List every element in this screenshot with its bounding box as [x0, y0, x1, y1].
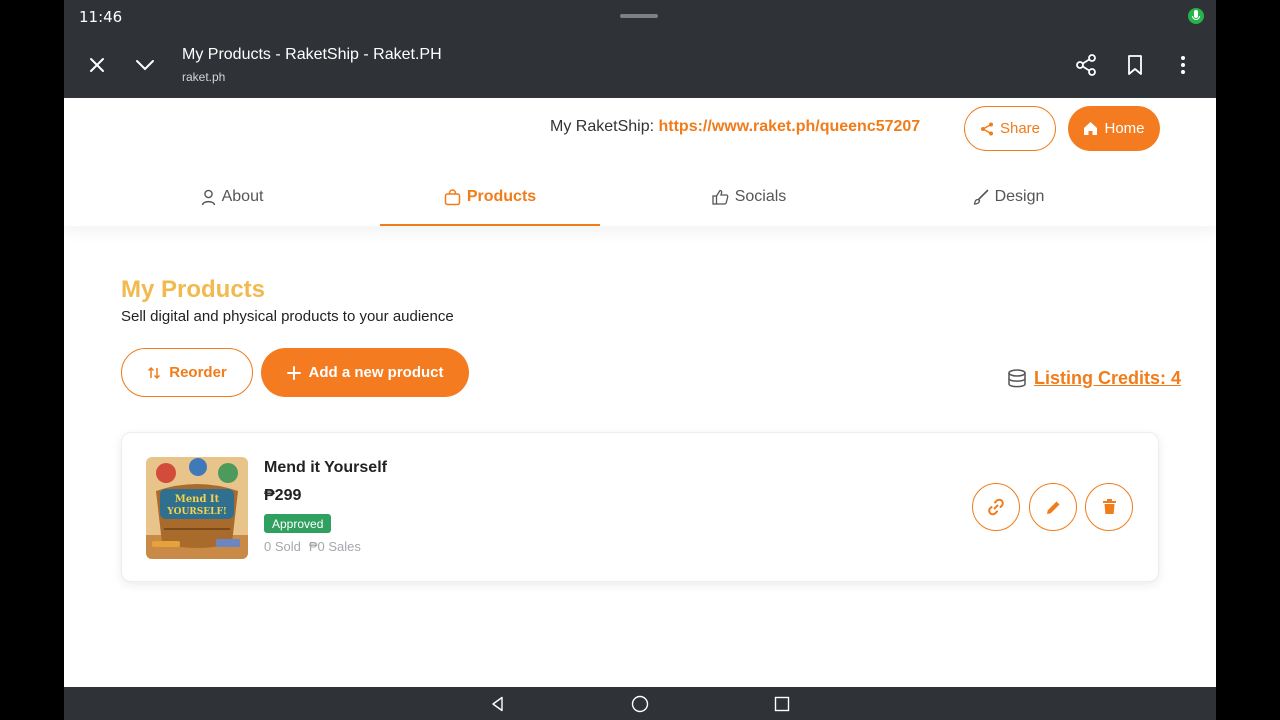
delete-product-button[interactable] — [1085, 483, 1133, 531]
page-url: raket.ph — [182, 70, 226, 84]
product-card: Mend It YOURSELF! Mend it Yourself ₱299 … — [121, 432, 1159, 582]
page-title: My Products - RaketShip - Raket.PH — [182, 46, 442, 63]
status-badge: Approved — [264, 514, 332, 533]
link-icon — [988, 498, 1004, 516]
sold-count: 0 Sold — [264, 539, 301, 554]
thumbs-up-icon — [712, 189, 729, 205]
home-button[interactable]: Home — [1068, 106, 1160, 151]
section-title: My Products — [121, 276, 266, 303]
device-screen: 11:46 My Products - RaketShip - Raket.PH… — [0, 0, 1280, 720]
svg-text:YOURSELF!: YOURSELF! — [166, 507, 227, 517]
coins-stack-icon — [1008, 368, 1026, 387]
reorder-label: Reorder — [169, 364, 227, 381]
recents-icon[interactable] — [772, 694, 792, 714]
add-product-button[interactable]: Add a new product — [261, 348, 469, 397]
back-icon[interactable] — [488, 694, 508, 714]
listing-credits[interactable]: Listing Credits: 4 — [1006, 368, 1181, 389]
edit-product-button[interactable] — [1029, 483, 1077, 531]
web-page: My RaketShip: https://www.raket.ph/queen… — [64, 98, 1216, 687]
home-icon — [1084, 122, 1098, 135]
brush-icon — [973, 189, 988, 205]
close-icon[interactable] — [84, 52, 110, 78]
bookmark-icon[interactable] — [1122, 52, 1148, 78]
tab-products[interactable]: Products — [380, 168, 600, 226]
svg-text:Mend It: Mend It — [175, 494, 220, 505]
person-icon — [201, 189, 215, 205]
product-price: ₱299 — [264, 487, 302, 504]
tab-products-label: Products — [466, 188, 537, 205]
tab-about-label: About — [221, 188, 264, 205]
home-circle-icon[interactable] — [630, 694, 650, 714]
pencil-icon — [1046, 501, 1059, 514]
add-product-label: Add a new product — [308, 364, 444, 381]
tab-about[interactable]: About — [122, 168, 342, 226]
drag-handle[interactable] — [620, 14, 658, 18]
section-subtitle: Sell digital and physical products to yo… — [121, 308, 454, 325]
tab-bar: About Products Socials Design — [122, 168, 1158, 226]
browser-toolbar: My Products - RaketShip - Raket.PH raket… — [64, 32, 1216, 98]
reorder-icon — [148, 366, 161, 379]
share-label: Share — [999, 120, 1041, 137]
bag-icon — [444, 188, 461, 205]
raketship-link[interactable]: https://www.raket.ph/queenc57207 — [659, 118, 921, 135]
share-button[interactable]: Share — [964, 106, 1056, 151]
raketship-label: My RaketShip: — [550, 118, 655, 135]
product-stats: 0 Sold ₱0 Sales — [264, 539, 361, 554]
trash-icon — [1102, 499, 1116, 514]
reorder-button[interactable]: Reorder — [121, 348, 253, 397]
status-time: 11:46 — [79, 8, 123, 26]
microphone-icon — [1188, 8, 1204, 24]
tab-design[interactable]: Design — [898, 168, 1118, 226]
chevron-down-icon[interactable] — [132, 52, 158, 78]
share-icon — [980, 122, 993, 135]
status-bar: 11:46 — [64, 0, 1216, 32]
home-label: Home — [1104, 120, 1145, 137]
tab-socials[interactable]: Socials — [639, 168, 859, 226]
sales-total: ₱0 Sales — [308, 539, 361, 554]
raketship-header: My RaketShip: https://www.raket.ph/queen… — [64, 98, 1216, 226]
plus-icon — [286, 365, 301, 380]
copy-link-button[interactable] — [972, 483, 1020, 531]
product-thumbnail[interactable]: Mend It YOURSELF! — [146, 457, 248, 559]
raketship-url-line: My RaketShip: https://www.raket.ph/queen… — [550, 118, 920, 136]
product-name[interactable]: Mend it Yourself — [264, 459, 387, 477]
tab-socials-label: Socials — [734, 188, 787, 205]
share-icon[interactable] — [1073, 52, 1099, 78]
tab-design-label: Design — [994, 188, 1045, 205]
listing-credits-link[interactable]: Listing Credits: 4 — [1034, 368, 1181, 389]
android-navigation-bar — [64, 687, 1216, 720]
more-vertical-icon[interactable] — [1170, 52, 1196, 78]
